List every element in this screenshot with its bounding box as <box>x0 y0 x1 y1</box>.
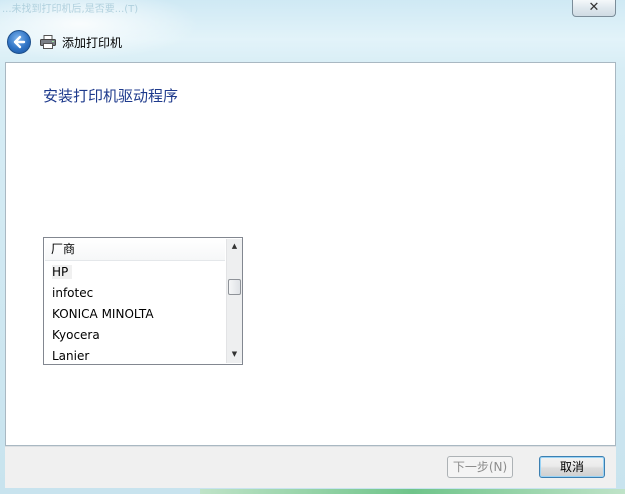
list-scrollbar[interactable]: ▲ ▼ <box>226 239 242 363</box>
list-item-konica-minolta[interactable]: KONICA MINOLTA <box>45 304 225 325</box>
taskbar-strip <box>200 489 625 494</box>
list-item-label: Lanier <box>52 349 90 362</box>
scrollbar-thumb[interactable] <box>228 279 241 295</box>
back-arrow-icon <box>13 35 26 49</box>
list-item-label: infotec <box>52 286 94 300</box>
back-button[interactable] <box>7 30 31 54</box>
scroll-up-arrow-icon[interactable]: ▲ <box>227 239 242 254</box>
list-item-label: HP <box>52 265 73 279</box>
list-item-infotec[interactable]: infotec <box>45 283 225 304</box>
manufacturer-listbox[interactable]: 厂商 HP infotec KONICA MINOLTA Kyocera Lan… <box>43 237 243 365</box>
wizard-content: 安装打印机驱动程序 厂商 HP infotec KONICA MINOLTA K… <box>5 62 616 446</box>
cancel-button[interactable]: 取消 <box>539 456 605 478</box>
list-item-kyocera[interactable]: Kyocera <box>45 325 225 346</box>
printer-icon <box>40 35 56 49</box>
list-item-hp[interactable]: HP <box>45 262 225 283</box>
list-item-label: KONICA MINOLTA <box>52 307 154 321</box>
close-icon: ✕ <box>588 0 600 15</box>
wizard-title: 添加打印机 <box>62 36 123 50</box>
list-item-label: Kyocera <box>52 328 100 342</box>
window-frame: ...未找到打印机后,是否要...(T) ✕ 添加打印机 安装打印机驱动程序 厂… <box>0 0 625 494</box>
page-heading: 安装打印机驱动程序 <box>43 87 179 105</box>
next-button[interactable]: 下一步(N) <box>447 456 513 478</box>
background-window-title: ...未找到打印机后,是否要...(T) <box>2 4 139 15</box>
scroll-down-arrow-icon[interactable]: ▼ <box>227 347 242 362</box>
list-item-lanier[interactable]: Lanier <box>45 346 225 362</box>
list-column-header[interactable]: 厂商 <box>45 239 225 261</box>
close-button[interactable]: ✕ <box>572 0 616 17</box>
wizard-footer: 下一步(N) 取消 <box>5 446 616 488</box>
